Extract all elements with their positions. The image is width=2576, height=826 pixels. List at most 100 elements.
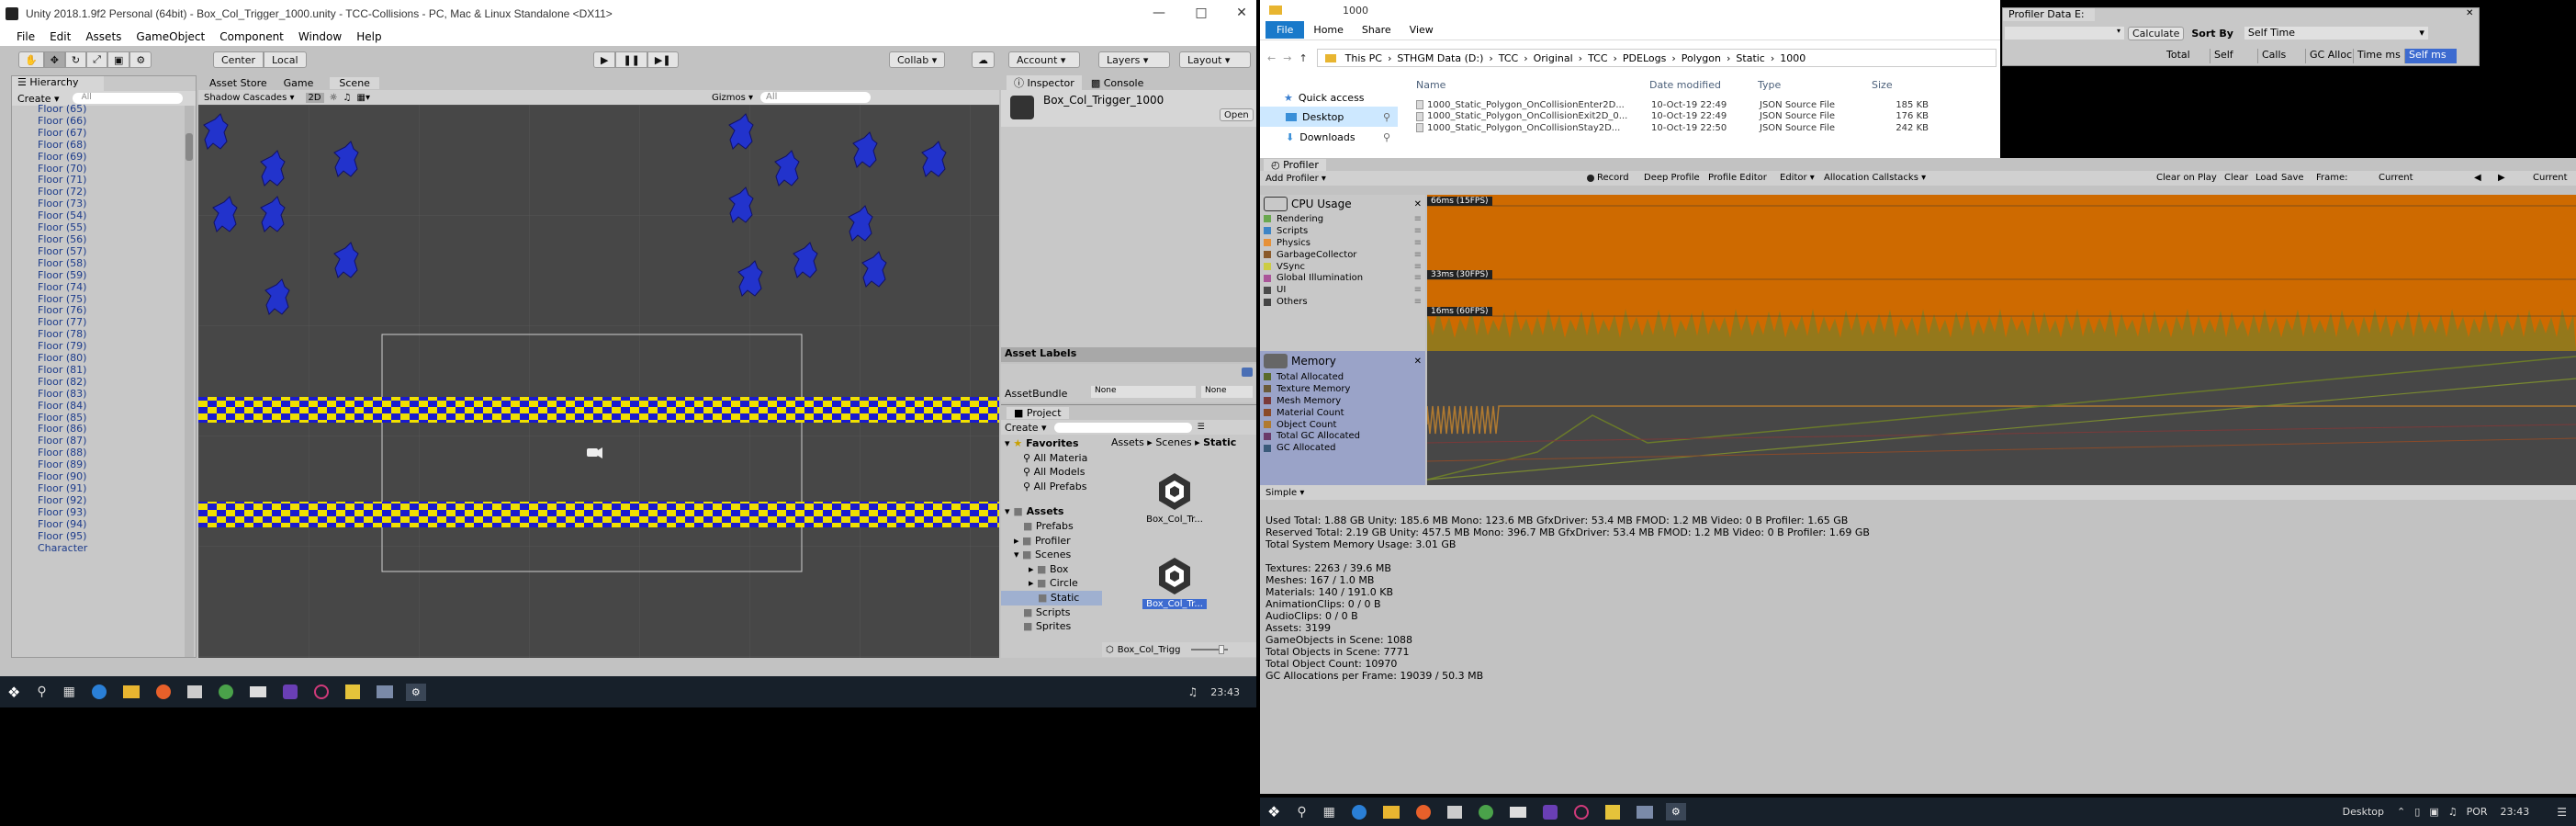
vs-icon[interactable]: [282, 685, 298, 699]
store-icon[interactable]: [1446, 805, 1462, 819]
scene-search-input[interactable]: All: [760, 92, 872, 103]
folder-item[interactable]: ■ Scripts: [1001, 605, 1102, 620]
file-row[interactable]: 1000_Static_Polygon_OnCollisionStay2D...…: [1411, 122, 1998, 134]
cpu-legend-item[interactable]: Rendering ≡: [1260, 213, 1425, 225]
move-tool-icon[interactable]: ✥: [43, 51, 65, 68]
ribbon-home-tab[interactable]: Home: [1313, 24, 1343, 36]
pivot-local-button[interactable]: Local: [264, 51, 307, 68]
cpu-legend-item[interactable]: Scripts ≡: [1260, 225, 1425, 237]
hierarchy-item[interactable]: Character: [38, 542, 185, 555]
hierarchy-item[interactable]: Floor (95): [38, 530, 185, 543]
add-profiler-dropdown[interactable]: Add Profiler ▾: [1266, 174, 1370, 184]
hierarchy-item[interactable]: Floor (83): [38, 388, 185, 401]
folder-item[interactable]: ■ Sprites: [1001, 619, 1102, 634]
view-mode-dropdown[interactable]: Simple ▾: [1266, 488, 1304, 498]
memory-legend-item[interactable]: Total Allocated: [1260, 371, 1425, 383]
project-search-input[interactable]: [1053, 422, 1192, 433]
current-frame-button[interactable]: Current: [2533, 173, 2568, 183]
folder-item-selected[interactable]: ■ Static: [1001, 590, 1102, 605]
hierarchy-item[interactable]: Floor (92): [38, 494, 185, 507]
close-icon[interactable]: ✕: [1414, 199, 1422, 209]
memory-chart[interactable]: [1427, 351, 2576, 485]
favorite-item[interactable]: ⚲ All Materia: [1001, 451, 1102, 466]
maximize-button[interactable]: □: [1190, 6, 1212, 20]
clear-button[interactable]: Clear: [2224, 173, 2248, 183]
hierarchy-item[interactable]: Floor (74): [38, 281, 185, 294]
cpu-legend-item[interactable]: VSync ≡: [1260, 261, 1425, 273]
cpu-legend-item[interactable]: Others ≡: [1260, 296, 1425, 308]
column-date[interactable]: Date modified: [1649, 79, 1758, 94]
file-row[interactable]: 1000_Static_Polygon_OnCollisionExit2D_0.…: [1411, 111, 1998, 123]
clear-on-play-button[interactable]: Clear on Play: [2156, 173, 2217, 183]
breadcrumb[interactable]: This PC › STHGM Data (D:) › TCC › Original ›…: [1316, 49, 1997, 67]
close-icon[interactable]: ✕: [1414, 356, 1422, 367]
drag-handle-icon[interactable]: ≡: [1414, 273, 1422, 283]
ribbon-file-tab[interactable]: File: [1266, 21, 1305, 39]
drag-handle-icon[interactable]: ≡: [1414, 226, 1422, 236]
column-total[interactable]: Total: [2163, 49, 2210, 63]
hierarchy-item[interactable]: Floor (68): [38, 139, 185, 152]
hand-tool-icon[interactable]: ✋: [18, 51, 44, 68]
cpu-legend-item[interactable]: Physics ≡: [1260, 237, 1425, 249]
lighting-icon[interactable]: ☼: [330, 93, 338, 103]
column-size[interactable]: Size: [1872, 79, 1945, 94]
hierarchy-item[interactable]: Floor (84): [38, 400, 185, 413]
ribbon-share-tab[interactable]: Share: [1362, 24, 1391, 36]
sound-icon[interactable]: ♫: [1188, 685, 1198, 698]
folder-item[interactable]: ▾ ■ Scenes: [1001, 548, 1102, 562]
zoom-slider[interactable]: [1191, 645, 1229, 654]
folder-item[interactable]: ▸ ■ Profiler: [1001, 534, 1102, 549]
hierarchy-item[interactable]: Floor (93): [38, 506, 185, 519]
app-icon[interactable]: [1573, 804, 1589, 820]
column-time-ms[interactable]: Time ms: [2354, 49, 2405, 63]
cpu-legend-item[interactable]: Global Illumination ≡: [1260, 272, 1425, 284]
firefox-icon[interactable]: [1415, 804, 1431, 820]
drag-handle-icon[interactable]: ≡: [1414, 214, 1422, 224]
explorer-icon[interactable]: [122, 685, 140, 698]
menu-gameobject[interactable]: GameObject: [136, 30, 205, 43]
asset-label-tag-icon[interactable]: [1242, 368, 1253, 377]
shading-mode-dropdown[interactable]: Shadow Cascades ▾: [204, 93, 295, 103]
folder-item[interactable]: ▸ ■ Box: [1001, 562, 1102, 577]
clock[interactable]: 23:43: [2501, 806, 2530, 818]
favorites-header[interactable]: ▾ ★ Favorites: [1001, 436, 1102, 451]
hierarchy-create-button[interactable]: Create ▾: [17, 93, 60, 105]
breadcrumb-item[interactable]: Original: [1534, 52, 1573, 64]
calculate-button[interactable]: Calculate: [2128, 26, 2185, 40]
hierarchy-item[interactable]: Floor (57): [38, 245, 185, 258]
ribbon-view-tab[interactable]: View: [1410, 24, 1434, 36]
vs-icon[interactable]: [1542, 804, 1558, 820]
rotate-tool-icon[interactable]: ↻: [64, 51, 87, 68]
tab-profiler[interactable]: ◴ Profiler: [1264, 158, 1326, 171]
language-indicator[interactable]: POR: [2467, 806, 2488, 818]
task-view-icon[interactable]: ▦: [63, 685, 75, 699]
audio-icon[interactable]: ♫: [343, 93, 352, 103]
breadcrumb-item[interactable]: TCC: [1588, 52, 1607, 64]
profiler-file-dropdown[interactable]: ▾: [2005, 27, 2124, 40]
memory-legend-item[interactable]: Material Count: [1260, 407, 1425, 419]
close-icon[interactable]: ✕: [2466, 8, 2473, 18]
hierarchy-item[interactable]: Floor (91): [38, 482, 185, 495]
hierarchy-item[interactable]: Floor (65): [38, 104, 185, 116]
breadcrumb-item[interactable]: Static: [1203, 436, 1236, 449]
unity-taskbar-icon[interactable]: ⚙: [1665, 803, 1686, 820]
mail-icon[interactable]: [1509, 806, 1526, 818]
collab-button[interactable]: Collab ▾: [889, 51, 946, 68]
prev-frame-icon[interactable]: ◀: [2474, 173, 2481, 183]
hierarchy-item[interactable]: Floor (94): [38, 518, 185, 531]
tab-asset-store[interactable]: Asset Store: [209, 77, 267, 89]
cloud-icon[interactable]: ☁: [972, 51, 995, 68]
assets-header[interactable]: ▾ ■ Assets: [1001, 504, 1102, 519]
app-icon[interactable]: [313, 685, 329, 699]
hierarchy-item[interactable]: Floor (81): [38, 364, 185, 377]
sort-by-dropdown[interactable]: Self Time ▾: [2244, 27, 2428, 40]
layout-button[interactable]: Layout ▾: [1179, 51, 1251, 68]
hierarchy-item[interactable]: Floor (66): [38, 115, 185, 128]
tab-console[interactable]: ▩ Console: [1091, 77, 1144, 89]
sound-icon[interactable]: ♫: [2448, 806, 2458, 818]
cpu-legend-item[interactable]: UI ≡: [1260, 284, 1425, 296]
next-frame-icon[interactable]: ▶: [2498, 173, 2505, 183]
hierarchy-tab[interactable]: ☰ Hierarchy: [12, 76, 104, 91]
file-row[interactable]: 1000_Static_Polygon_OnCollisionEnter2D..…: [1411, 99, 1998, 111]
menu-component[interactable]: Component: [219, 30, 284, 43]
